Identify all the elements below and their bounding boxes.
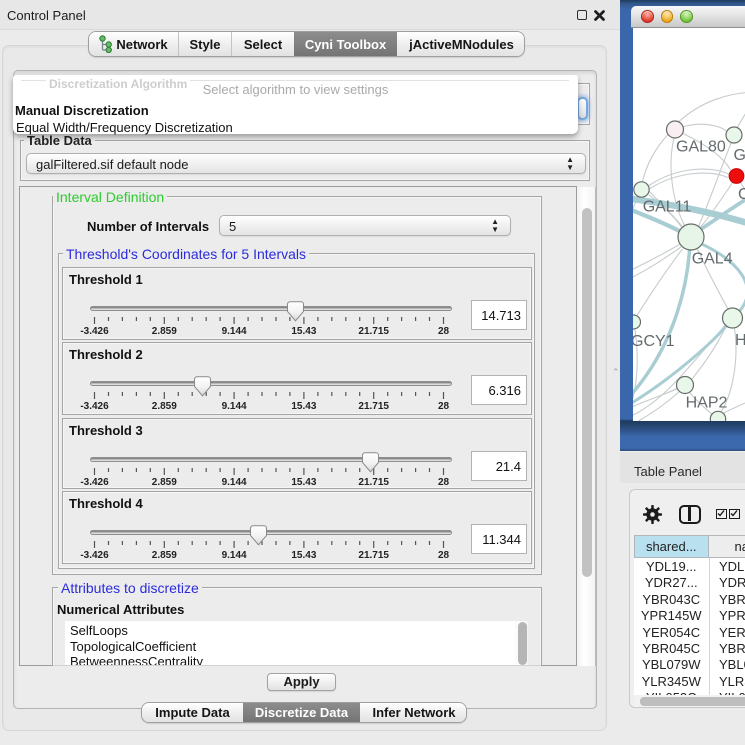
svg-text:GA: GA: [734, 147, 745, 164]
svg-text:GAL4: GAL4: [692, 251, 733, 268]
svg-text:HAP2: HAP2: [686, 395, 728, 412]
svg-text:CR: CR: [738, 186, 745, 203]
svg-text:GAL11: GAL11: [643, 199, 692, 216]
svg-text:GCY1: GCY1: [633, 333, 675, 350]
svg-text:GAL80: GAL80: [676, 139, 726, 156]
svg-text:H: H: [735, 332, 745, 349]
